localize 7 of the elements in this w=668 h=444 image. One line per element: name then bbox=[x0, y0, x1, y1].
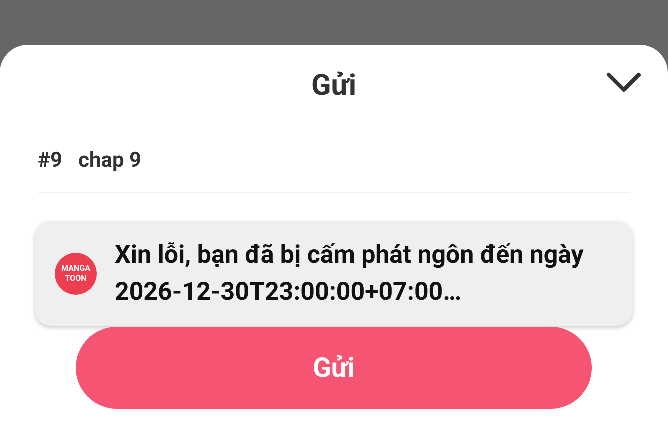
toast-text: Xin lỗi, bạn đã bị cấm phát ngôn đến ngày 2026-12-30T23:00:00+07:00… bbox=[115, 240, 585, 308]
collapse-chevron-icon[interactable] bbox=[606, 72, 642, 94]
app-logo-icon: MANGA TOON bbox=[55, 252, 97, 294]
sheet-title: Gửi bbox=[311, 68, 357, 106]
chapter-name: chap 9 bbox=[78, 148, 142, 175]
chapter-number: #9 bbox=[38, 148, 62, 175]
submit-button[interactable]: Gửi bbox=[76, 327, 592, 409]
